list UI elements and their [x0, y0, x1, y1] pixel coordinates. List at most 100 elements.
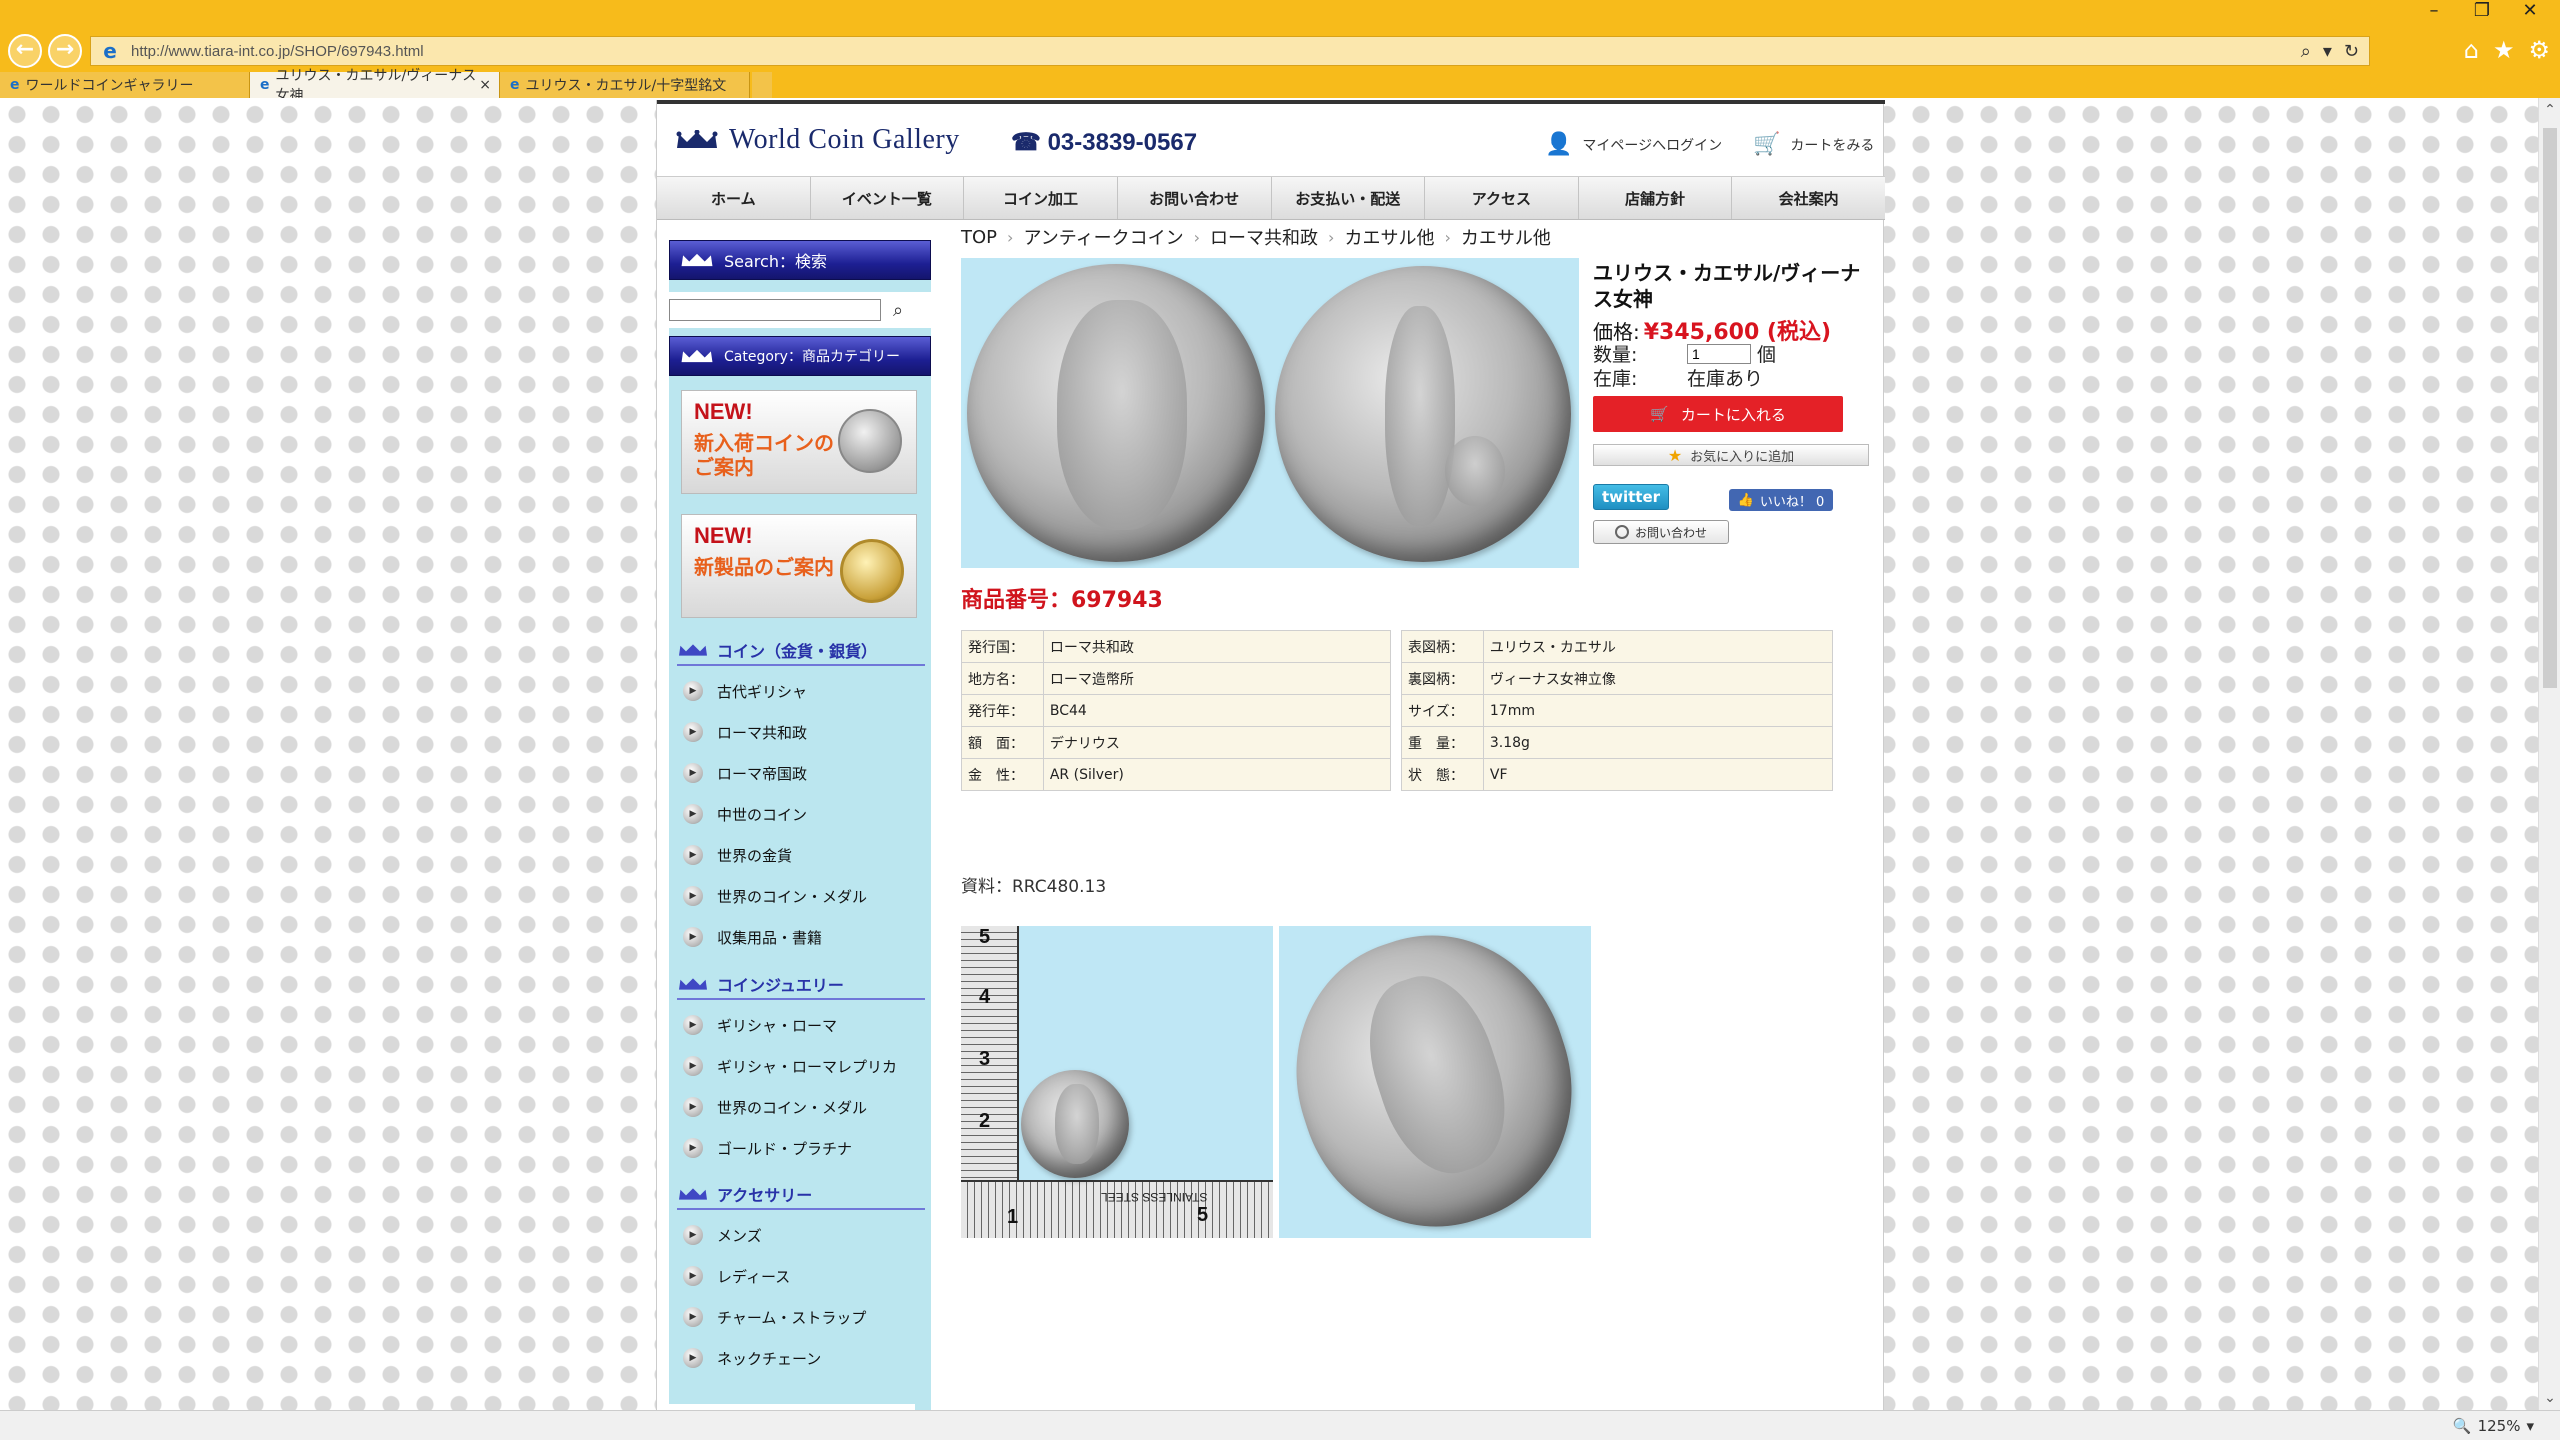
search-input[interactable] [669, 299, 881, 321]
breadcrumb-antique-coin[interactable]: アンティークコイン [1023, 224, 1183, 250]
category-item[interactable]: ▶ レディース [683, 1263, 923, 1289]
nav-events[interactable]: イベント一覧 [811, 177, 965, 219]
nav-coin-processing[interactable]: コイン加工 [964, 177, 1118, 219]
new-arrival-coins-banner[interactable]: NEW! 新入荷コインのご案内 [681, 390, 917, 494]
new-tab-button[interactable] [752, 72, 772, 98]
spec-table-left: 発行国： ローマ共和政 地方名： ローマ造幣所 発行年： BC44 額 面： デナリウス… [961, 630, 1392, 791]
inquiry-button[interactable]: お問い合わせ [1593, 520, 1729, 544]
forward-arrow-icon[interactable]: → [48, 34, 82, 68]
back-arrow-icon[interactable]: ← [8, 34, 42, 68]
category-item[interactable]: ▶ 古代ギリシャ [683, 678, 923, 704]
category-item[interactable]: ▶ ローマ帝国政 [683, 760, 923, 786]
category-item[interactable]: ▶ 世界のコイン・メダル [683, 883, 923, 909]
category-item[interactable]: ▶ ゴールド・プラチナ [683, 1135, 923, 1161]
breadcrumb-caesar-etc[interactable]: カエサル他 [1344, 224, 1434, 250]
crown-icon [679, 1188, 707, 1200]
breadcrumb-roman-republic[interactable]: ローマ共和政 [1210, 224, 1318, 250]
tab-close-icon[interactable]: × [479, 77, 491, 93]
phone-icon: ☎ [1011, 129, 1041, 156]
ie-tab-icon: e [10, 77, 20, 93]
table-row: 重 量： 3.18g [1401, 726, 1834, 759]
sidebar: Search：検索 ⌕ Category：商品カテゴリー NEW! 新入荷コイン… [669, 240, 931, 1410]
add-to-favorites-button[interactable]: ★ お気に入りに追加 [1593, 444, 1869, 466]
bullet-arrow-icon: ▶ [683, 845, 703, 865]
bullet-arrow-icon: ▶ [683, 1015, 703, 1035]
twitter-share-button[interactable]: twitter [1593, 484, 1669, 510]
dropdown-icon[interactable]: ▾ [2323, 41, 2332, 62]
category-item[interactable]: ▶ ギリシャ・ローマ [683, 1012, 923, 1038]
category-item[interactable]: ▶ ギリシャ・ローマレプリカ [683, 1053, 923, 1079]
zoom-level: 125% [2477, 1417, 2521, 1435]
nav-home[interactable]: ホーム [657, 177, 811, 219]
tab-caesar-cross[interactable]: e ユリウス・カエサル/十字型銘文 [500, 72, 750, 98]
tab-caesar-venus[interactable]: e ユリウス・カエサル/ヴィーナス女神 × [250, 68, 500, 104]
tab-world-coin-gallery[interactable]: e ワールドコインギャラリー [0, 72, 250, 98]
page-viewport: World Coin Gallery ☎ 03-3839-0567 👤 マイペー… [0, 98, 2560, 1410]
table-row: 発行年： BC44 [961, 694, 1392, 727]
breadcrumb-top[interactable]: TOP [961, 227, 997, 248]
coin-ruler-photo[interactable]: 5 4 3 2 1 5 STAINLESS STEEL [961, 926, 1273, 1238]
scroll-down-icon[interactable]: ⌄ [2539, 1390, 2560, 1406]
spec-table-right: 表図柄： ユリウス・カエサル 裏図柄： ヴィーナス女神立像 サイズ： 17mm 重 量… [1401, 630, 1834, 791]
address-bar[interactable]: e http://www.tiara-int.co.jp/SHOP/697943… [90, 36, 2370, 66]
nav-access[interactable]: アクセス [1425, 177, 1579, 219]
category-item[interactable]: ▶ ネックチェーン [683, 1345, 923, 1371]
stock-line: 在庫: 在庫あり [1593, 364, 1763, 391]
category-item[interactable]: ▶ 世界のコイン・メダル [683, 1094, 923, 1120]
search-icon[interactable]: ⌕ [893, 300, 903, 321]
bullet-arrow-icon: ▶ [683, 1056, 703, 1076]
cart-icon: 🛒 [1650, 405, 1669, 423]
category-item[interactable]: ▶ 世界の金貨 [683, 842, 923, 868]
site-logo[interactable]: World Coin Gallery [675, 124, 960, 156]
bullet-arrow-icon: ▶ [683, 1097, 703, 1117]
browser-chrome: – ❐ ✕ ← → e http://www.tiara-int.co.jp/S… [0, 0, 2560, 104]
category-item[interactable]: ▶ チャーム・ストラップ [683, 1304, 923, 1330]
view-cart-link[interactable]: 🛒 カートをみる [1753, 132, 1874, 157]
category-item[interactable]: ▶ 中世のコイン [683, 801, 923, 827]
home-icon[interactable]: ⌂ [2464, 36, 2479, 64]
nav-payment-shipping[interactable]: お支払い・配送 [1272, 177, 1426, 219]
star-icon: ★ [1667, 445, 1683, 465]
search-icon[interactable]: ⌕ [2301, 41, 2311, 62]
facebook-like-button[interactable]: 👍 いいね！ 0 [1729, 489, 1833, 511]
settings-gear-icon[interactable]: ⚙ [2528, 36, 2550, 64]
category-item[interactable]: ▶ メンズ [683, 1222, 923, 1248]
nav-contact[interactable]: お問い合わせ [1118, 177, 1272, 219]
scroll-up-icon[interactable]: ⌃ [2539, 102, 2560, 118]
coin-tilted-view [1279, 926, 1591, 1238]
product-main-photo[interactable] [961, 258, 1579, 568]
crown-icon [679, 644, 707, 656]
crown-icon [679, 978, 707, 990]
coin-scale-view [1021, 1070, 1129, 1178]
table-row: 額 面： デナリウス [961, 726, 1392, 759]
maximize-icon[interactable]: ❐ [2460, 0, 2504, 22]
page-scrollbar[interactable]: ⌃ ⌄ [2538, 98, 2560, 1410]
cart-icon: 🛒 [1753, 132, 1781, 157]
add-to-cart-button[interactable]: 🛒 カートに入れる [1593, 396, 1843, 432]
inquiry-icon [1614, 525, 1629, 539]
nav-company[interactable]: 会社案内 [1732, 177, 1885, 219]
refresh-icon[interactable]: ↻ [2344, 41, 2359, 62]
favorites-star-icon[interactable]: ★ [2493, 36, 2515, 64]
coin-reverse [1275, 266, 1571, 562]
mypage-login-link[interactable]: 👤 マイページへログイン [1545, 132, 1722, 157]
minimize-icon[interactable]: – [2412, 0, 2456, 22]
breadcrumb-separator: › [1007, 227, 1014, 247]
breadcrumb-separator: › [1444, 227, 1451, 247]
zoom-control[interactable]: 🔍 125% ▾ [2453, 1417, 2534, 1435]
address-url[interactable]: http://www.tiara-int.co.jp/SHOP/697943.h… [131, 43, 424, 60]
bullet-arrow-icon: ▶ [683, 763, 703, 783]
scrollbar-thumb[interactable] [2543, 128, 2557, 688]
coin-angle-photo[interactable] [1279, 926, 1591, 1238]
new-products-banner[interactable]: NEW! 新製品のご案内 [681, 514, 917, 618]
site-header: World Coin Gallery ☎ 03-3839-0567 👤 マイペー… [657, 104, 1885, 176]
quantity-input[interactable] [1687, 343, 1751, 364]
table-row: 発行国： ローマ共和政 [961, 630, 1392, 663]
tab-label: ワールドコインギャラリー [25, 78, 194, 94]
breadcrumb-separator: › [1328, 227, 1335, 247]
zoom-icon: 🔍 [2452, 1417, 2472, 1435]
category-item[interactable]: ▶ 収集用品・書籍 [683, 924, 923, 950]
category-item[interactable]: ▶ ローマ共和政 [683, 719, 923, 745]
close-window-icon[interactable]: ✕ [2508, 0, 2552, 22]
nav-store-policy[interactable]: 店舗方針 [1579, 177, 1733, 219]
